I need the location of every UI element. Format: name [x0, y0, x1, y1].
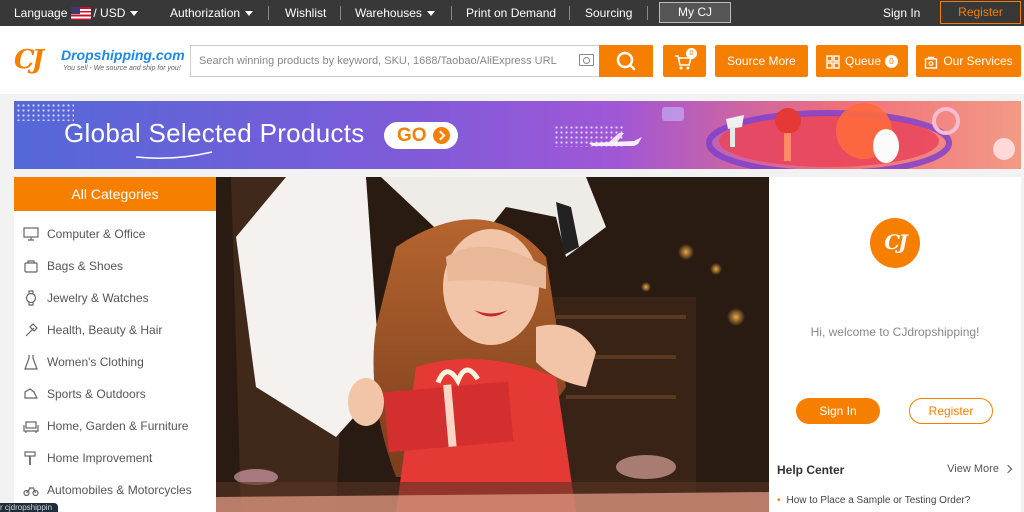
services-bag-icon: [925, 56, 938, 69]
category-sports-outdoors[interactable]: Sports & Outdoors: [14, 378, 216, 410]
bullet-icon: •: [777, 495, 781, 506]
category-label: Home, Garden & Furniture: [47, 419, 189, 433]
chevron-right-icon: [1003, 464, 1013, 474]
logo-text: Dropshipping.com: [61, 47, 185, 63]
cart-count-badge: 0: [686, 48, 697, 59]
category-bags-shoes[interactable]: Bags & Shoes: [14, 250, 216, 282]
category-label: Automobiles & Motorcycles: [47, 483, 192, 497]
search-input[interactable]: [191, 46, 561, 76]
product-collage-illustration: [662, 103, 1015, 169]
category-jewelry-watches[interactable]: Jewelry & Watches: [14, 282, 216, 314]
promo-banner[interactable]: Global Selected Products GO: [14, 101, 1021, 169]
camera-icon[interactable]: [579, 54, 594, 66]
go-label: GO: [397, 125, 427, 146]
search-button[interactable]: [599, 45, 653, 77]
our-services-button[interactable]: Our Services: [916, 45, 1021, 77]
cart-button[interactable]: 0: [663, 45, 706, 77]
hero-banner-image[interactable]: [216, 177, 769, 512]
sign-in-button[interactable]: Sign In: [796, 398, 880, 424]
airplane-icon: [589, 133, 642, 146]
source-more-button[interactable]: Source More: [715, 45, 808, 77]
status-bar-url: r cjdropshippin: [0, 503, 59, 512]
language-label: Language: [14, 6, 68, 20]
swoosh-decoration: [135, 151, 213, 159]
queue-button[interactable]: Queue 0: [816, 45, 908, 77]
bag-icon: [24, 260, 38, 273]
divider: [647, 6, 648, 20]
welcome-message: Hi, welcome to CJdropshipping!: [810, 325, 980, 339]
sports-icon: [24, 388, 38, 399]
sourcing-link[interactable]: Sourcing: [585, 0, 632, 26]
category-womens-clothing[interactable]: Women's Clothing: [14, 346, 216, 378]
chevron-down-icon: [130, 11, 139, 17]
category-label: Health, Beauty & Hair: [47, 323, 163, 337]
chevron-down-icon: [426, 11, 435, 17]
category-computer-office[interactable]: Computer & Office: [14, 218, 216, 250]
category-label: Computer & Office: [47, 227, 146, 241]
site-header: CJ Dropshipping.com You sell - We source…: [0, 26, 1024, 94]
warehouses-label: Warehouses: [355, 6, 422, 20]
register-button[interactable]: Register: [909, 398, 993, 424]
queue-count-badge: 0: [885, 55, 899, 69]
banner-go-button[interactable]: GO: [384, 122, 458, 149]
category-label: Home Improvement: [47, 451, 153, 465]
help-item-label: How to Place a Sample or Testing Order?: [786, 495, 971, 506]
authorization-label: Authorization: [170, 6, 241, 20]
us-flag-icon: [71, 7, 92, 21]
sofa-icon: [23, 421, 39, 433]
category-label: Women's Clothing: [47, 355, 144, 369]
divider: [451, 6, 452, 20]
category-sidebar: All Categories Computer & Office Bags & …: [14, 177, 216, 512]
search-icon: [616, 51, 636, 71]
our-services-label: Our Services: [943, 54, 1013, 68]
category-automobiles[interactable]: Automobiles & Motorcycles: [14, 474, 216, 506]
avatar: CJ: [870, 218, 920, 268]
divider: [268, 6, 269, 20]
wishlist-link[interactable]: Wishlist: [285, 0, 326, 26]
search-box: [190, 45, 600, 77]
dress-icon: [24, 355, 38, 370]
motorcycle-icon: [23, 487, 39, 497]
category-label: Bags & Shoes: [47, 259, 124, 273]
logo-tagline: You sell - We source and ship for you!: [63, 65, 181, 72]
warehouses-menu[interactable]: Warehouses: [355, 0, 435, 26]
category-home-improvement[interactable]: Home Improvement: [14, 442, 216, 474]
view-more-link[interactable]: View More: [947, 463, 1013, 475]
help-item[interactable]: • How to Place a Sample or Testing Order?: [777, 495, 970, 506]
queue-label: Queue: [844, 54, 882, 68]
register-button[interactable]: Register: [940, 1, 1021, 24]
banner-title: Global Selected Products: [64, 118, 365, 148]
language-selector[interactable]: Language / USD: [14, 0, 139, 26]
category-home-garden[interactable]: Home, Garden & Furniture: [14, 410, 216, 442]
category-label: Sports & Outdoors: [47, 387, 146, 401]
currency-label: / USD: [93, 6, 126, 20]
arrow-right-icon: [433, 127, 450, 144]
my-cj-button[interactable]: My CJ: [659, 2, 731, 23]
divider: [340, 6, 341, 20]
beauty-icon: [25, 323, 38, 337]
category-health-beauty[interactable]: Health, Beauty & Hair: [14, 314, 216, 346]
hammer-icon: [24, 451, 36, 465]
print-on-demand-link[interactable]: Print on Demand: [466, 0, 556, 26]
logo-mark: CJ: [14, 45, 44, 75]
gift-surprise-photo: [216, 177, 769, 512]
authorization-menu[interactable]: Authorization: [170, 0, 254, 26]
all-categories-heading[interactable]: All Categories: [14, 177, 216, 211]
help-center-title: Help Center: [777, 463, 845, 477]
chevron-down-icon: [245, 11, 254, 17]
divider: [569, 6, 570, 20]
sign-in-link[interactable]: Sign In: [883, 0, 920, 26]
cart-icon: [675, 55, 693, 70]
queue-icon: [826, 55, 840, 69]
category-label: Jewelry & Watches: [47, 291, 149, 305]
account-panel: CJ Hi, welcome to CJdropshipping! Sign I…: [769, 177, 1021, 512]
view-more-label: View More: [947, 463, 999, 475]
computer-icon: [23, 227, 39, 241]
watch-icon: [25, 290, 37, 306]
top-utility-bar: Language / USD Authorization Wishlist War…: [0, 0, 1024, 26]
